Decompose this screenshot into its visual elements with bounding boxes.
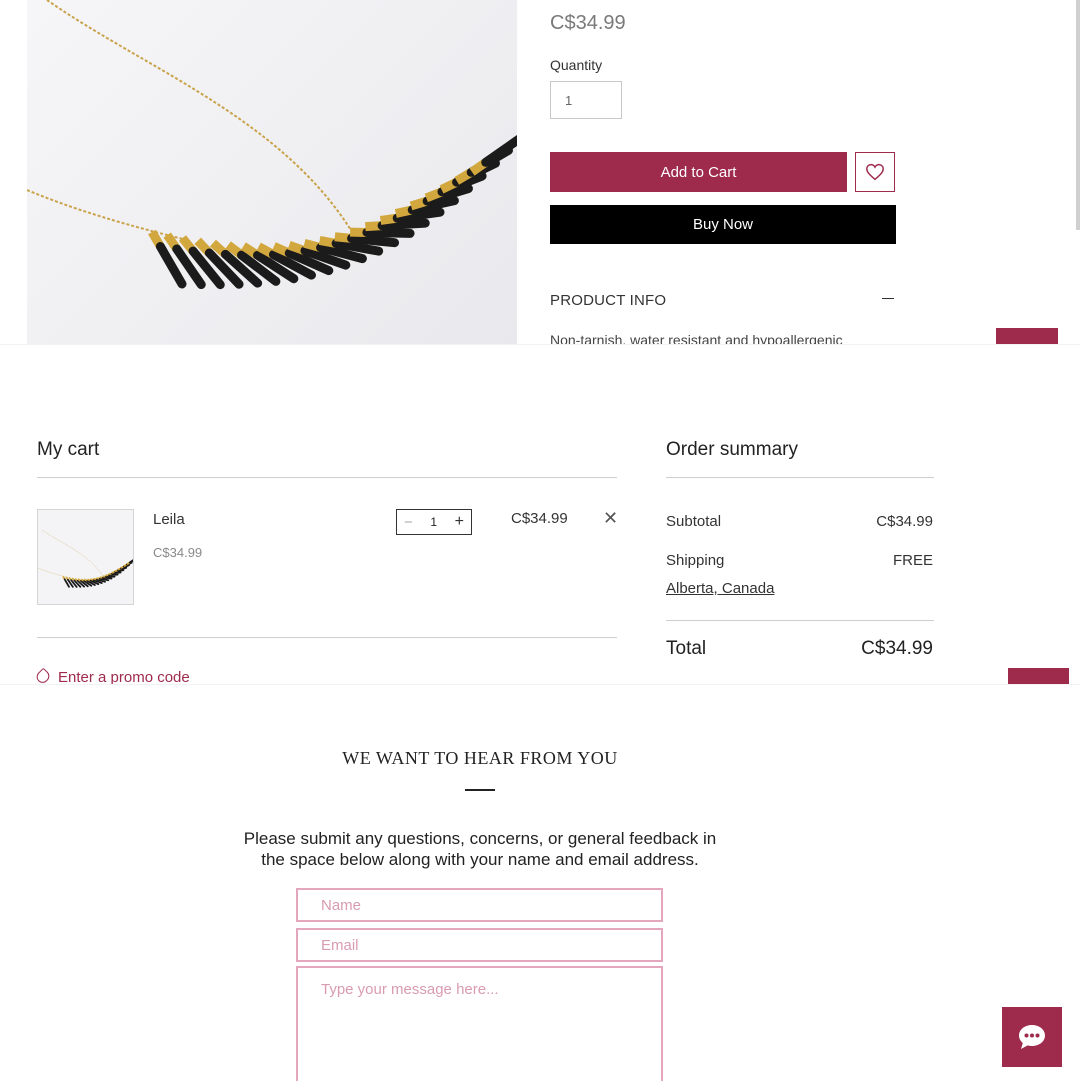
message-field[interactable]: Type your message here... [296,966,663,1081]
increase-quantity-button[interactable]: + [455,513,464,531]
tag-icon [34,668,52,685]
remove-item-button[interactable]: ✕ [603,508,618,529]
heart-icon [865,163,885,181]
add-to-cart-button[interactable]: Add to Cart [550,152,847,192]
wishlist-button[interactable] [855,152,895,192]
subtotal-label: Subtotal [666,513,721,530]
cart-title: My cart [37,439,99,461]
contact-section: WE WANT TO HEAR FROM YOU Please submit a… [0,684,1080,1081]
quantity-label: Quantity [550,57,602,73]
decrease-quantity-button[interactable]: − [404,514,413,531]
divider [37,637,617,638]
floating-action-tab[interactable] [996,328,1058,344]
quantity-value[interactable]: 1 [430,515,437,529]
buy-now-label: Buy Now [693,216,753,233]
total-label: Total [666,638,706,660]
contact-description-line: Please submit any questions, concerns, o… [230,828,730,849]
product-details-section: C$34.99 Quantity 1 Add to Cart Buy Now P… [0,0,1080,344]
product-price: C$34.99 [550,12,626,35]
necklace-thumbnail-illustration [38,510,134,605]
add-to-cart-label: Add to Cart [661,164,737,181]
product-info-toggle[interactable]: PRODUCT INFO [550,292,666,309]
chat-bubble-icon [1017,1023,1047,1051]
chat-button[interactable] [1002,1007,1062,1067]
email-field[interactable]: Email [296,928,663,962]
shipping-value: FREE [893,552,933,569]
cart-item-name[interactable]: Leila [153,511,185,528]
floating-action-tab[interactable] [1008,668,1069,685]
contact-description: Please submit any questions, concerns, o… [230,828,730,870]
divider [37,477,617,478]
cart-section: My cart Leila C$34.99 − 1 + C$34.99 ✕ En… [0,344,1080,685]
promo-code-link[interactable]: Enter a promo code [37,669,190,685]
contact-description-line: the space below along with your name and… [230,849,730,870]
shipping-label: Shipping [666,552,724,569]
divider [666,620,934,621]
message-placeholder: Type your message here... [321,981,499,998]
order-summary-title: Order summary [666,439,798,461]
shipping-location-link[interactable]: Alberta, Canada [666,580,774,597]
product-image[interactable] [27,0,517,344]
contact-heading: WE WANT TO HEAR FROM YOU [0,748,960,769]
buy-now-button[interactable]: Buy Now [550,205,896,244]
collapse-icon[interactable] [882,298,894,299]
scrollbar[interactable] [1076,0,1080,230]
name-placeholder: Name [321,897,361,914]
necklace-illustration [27,0,517,344]
name-field[interactable]: Name [296,888,663,922]
cart-item-unit-price: C$34.99 [153,545,202,560]
heading-underline [465,789,495,791]
quantity-input[interactable]: 1 [550,81,622,119]
cart-item-line-price: C$34.99 [511,510,568,527]
subtotal-value: C$34.99 [876,513,933,530]
promo-code-label: Enter a promo code [58,669,190,685]
total-value: C$34.99 [861,638,933,660]
product-info-text: Non-tarnish, water resistant and hypoall… [550,332,843,344]
email-placeholder: Email [321,937,359,954]
quantity-stepper: − 1 + [396,509,472,535]
cart-item-thumbnail[interactable] [37,509,134,605]
divider [666,477,934,478]
